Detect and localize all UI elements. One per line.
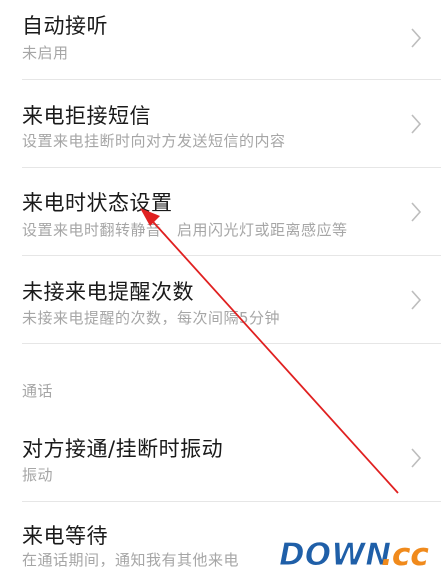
setting-subtitle: 振动 — [22, 466, 54, 484]
watermark-text-main: DOWN — [279, 537, 391, 573]
watermark-text-tld: cc — [392, 537, 429, 573]
watermark-text-dot: . — [381, 537, 393, 573]
down-cc-logo: DOWN . cc — [279, 537, 430, 574]
setting-title: 对方接通/挂断时振动 — [22, 437, 224, 461]
setting-item-missed-call-reminder[interactable]: 未接来电提醒次数 未接来电提醒的次数，每次间隔5分钟 — [0, 256, 441, 344]
chevron-right-icon — [411, 448, 422, 468]
setting-title: 自动接听 — [22, 14, 108, 38]
setting-title: 未接来电提醒次数 — [22, 280, 194, 304]
setting-item-reject-sms[interactable]: 来电拒接短信 设置来电挂断时向对方发送短信的内容 — [0, 80, 441, 168]
setting-item-connect-vibrate[interactable]: 对方接通/挂断时振动 振动 — [0, 414, 441, 502]
setting-title: 来电拒接短信 — [22, 104, 151, 128]
chevron-right-icon — [411, 28, 422, 48]
setting-item-auto-answer[interactable]: 自动接听 未启用 — [0, 0, 441, 80]
setting-subtitle: 未启用 — [22, 44, 69, 62]
chevron-right-icon — [411, 114, 422, 134]
setting-subtitle: 设置来电时翻转静音、启用闪光灯或距离感应等 — [22, 221, 348, 239]
chevron-right-icon — [411, 202, 422, 222]
section-header-call: 通话 — [22, 382, 54, 400]
divider — [22, 343, 441, 344]
setting-title: 来电等待 — [22, 524, 108, 548]
setting-title: 来电时状态设置 — [22, 191, 173, 215]
chevron-right-icon — [411, 290, 422, 310]
setting-subtitle: 设置来电挂断时向对方发送短信的内容 — [22, 132, 286, 150]
setting-subtitle: 未接来电提醒的次数，每次间隔5分钟 — [22, 309, 281, 327]
setting-item-incoming-state[interactable]: 来电时状态设置 设置来电时翻转静音、启用闪光灯或距离感应等 — [0, 168, 441, 256]
setting-subtitle: 在通话期间，通知我有其他来电 — [22, 551, 240, 569]
